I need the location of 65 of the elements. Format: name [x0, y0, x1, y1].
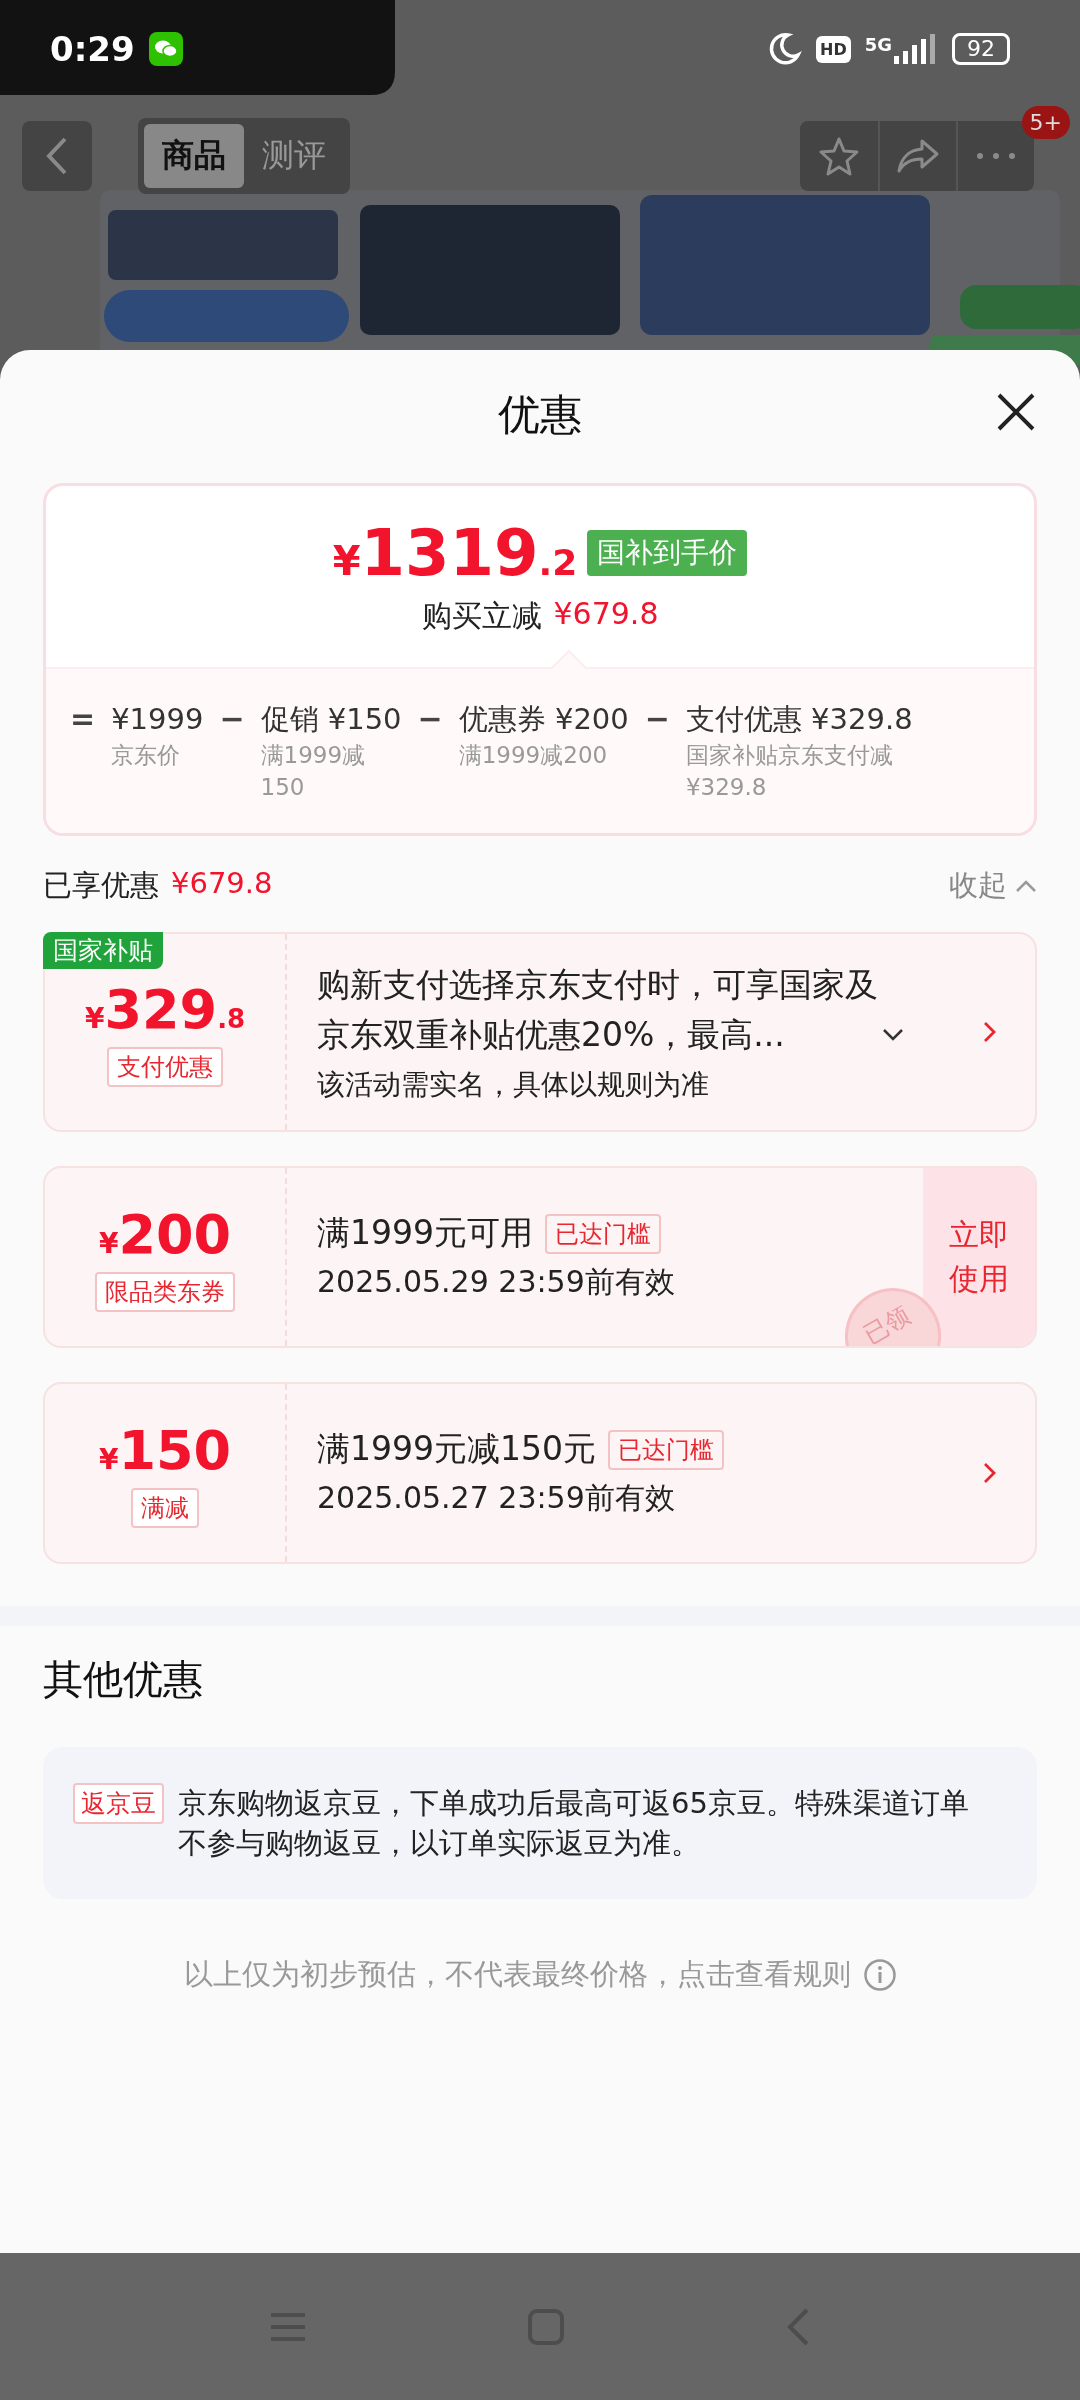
bean-tag: 返京豆 — [73, 1783, 164, 1824]
breakdown-amount: 促销 ¥150 — [260, 701, 402, 738]
savings-amount: ¥679.8 — [171, 866, 273, 902]
use-now-button[interactable]: 立即使用 — [923, 1168, 1035, 1346]
section-title: 其他优惠 — [43, 1655, 204, 1704]
coupon-condition: 满1999元可用 — [317, 1212, 533, 1254]
breakdown-amount: 支付优惠 ¥329.8 — [685, 701, 913, 738]
threshold-tag: 已达门槛 — [545, 1213, 661, 1254]
star-icon — [819, 136, 859, 176]
share-icon — [896, 138, 940, 174]
offer-type-tag: 满减 — [131, 1487, 199, 1528]
offer-type-tag: 限品类东券 — [95, 1271, 235, 1312]
subsidy-tag: 国家补贴 — [43, 932, 163, 969]
rules-link[interactable]: 以上仅为初步预估，不代表最终价格，点击查看规则 — [183, 1955, 851, 1995]
close-button[interactable] — [996, 392, 1036, 432]
breakdown-amount: ¥1999 — [111, 701, 204, 738]
operator-sign: − — [219, 700, 245, 738]
breakdown-note: 京东价 — [111, 741, 182, 770]
offer-note: 该活动需实名，具体以规则为准 — [317, 1067, 710, 1103]
menu-button[interactable] — [269, 2310, 307, 2343]
menu-icon — [269, 2310, 307, 2343]
threshold-tag: 已达门槛 — [608, 1429, 724, 1470]
back-icon — [785, 2306, 811, 2347]
back-button[interactable] — [22, 121, 92, 191]
offer-amount: ¥329.8 — [84, 977, 246, 1041]
breakdown-note: 满1999减200 — [458, 741, 609, 770]
savings-label: 已享优惠 — [43, 867, 159, 904]
sheet-title: 优惠 — [498, 389, 582, 441]
validity-date: 2025.05.29 23:59前有效 — [317, 1263, 676, 1301]
tab[interactable]: 测评 — [244, 124, 344, 188]
tab[interactable]: 商品 — [144, 124, 244, 188]
cut-label: 购买立减 — [421, 597, 542, 635]
chevron-right-icon[interactable] — [982, 1461, 998, 1485]
chat-app-icon — [148, 32, 183, 66]
hd-badge: HD — [816, 35, 851, 63]
back-nav-button[interactable] — [785, 2306, 811, 2347]
clock-time: 0:29 — [50, 29, 135, 69]
offer-description: 购新支付选择京东支付时，可享国家及京东双重补贴优惠20%，最高... — [317, 964, 878, 1056]
offer-amount: ¥200 — [98, 1202, 232, 1266]
offer-type-tag: 支付优惠 — [107, 1046, 223, 1087]
offer-amount: ¥150 — [98, 1418, 232, 1482]
more-icon — [976, 152, 1016, 160]
validity-date: 2025.05.27 23:59前有效 — [317, 1479, 676, 1517]
final-price: ¥1319.2 — [332, 516, 578, 590]
price-tag: 国补到手价 — [587, 530, 748, 576]
breakdown-note: 国家补贴京东支付减¥329.8 — [685, 741, 894, 802]
info-icon[interactable] — [862, 1958, 897, 1992]
signal-icon — [894, 34, 938, 64]
home-button[interactable] — [527, 2307, 565, 2346]
operator-sign: = — [70, 700, 96, 738]
battery-indicator: 92 — [952, 33, 1010, 65]
close-icon — [996, 392, 1036, 432]
operator-sign: − — [644, 700, 670, 738]
chevron-down-icon[interactable] — [882, 1028, 904, 1042]
breakdown-note: 满1999减150 — [260, 741, 367, 802]
cut-amount: ¥679.8 — [553, 596, 659, 633]
info-text: 京东购物返京豆，下单成功后最高可返65京豆。特殊渠道订单不参与购物返豆，以订单实际返豆为准。 — [178, 1785, 970, 1862]
collapse-toggle[interactable]: 收起 — [949, 866, 1037, 906]
coupon-condition: 满1999元减150元 — [317, 1428, 596, 1470]
chevron-right-icon[interactable] — [982, 1020, 998, 1044]
network-label: 5G — [864, 34, 892, 55]
back-icon — [45, 136, 69, 176]
operator-sign: − — [417, 700, 443, 738]
breakdown-amount: 优惠券 ¥200 — [458, 701, 629, 738]
square-icon — [527, 2307, 565, 2346]
